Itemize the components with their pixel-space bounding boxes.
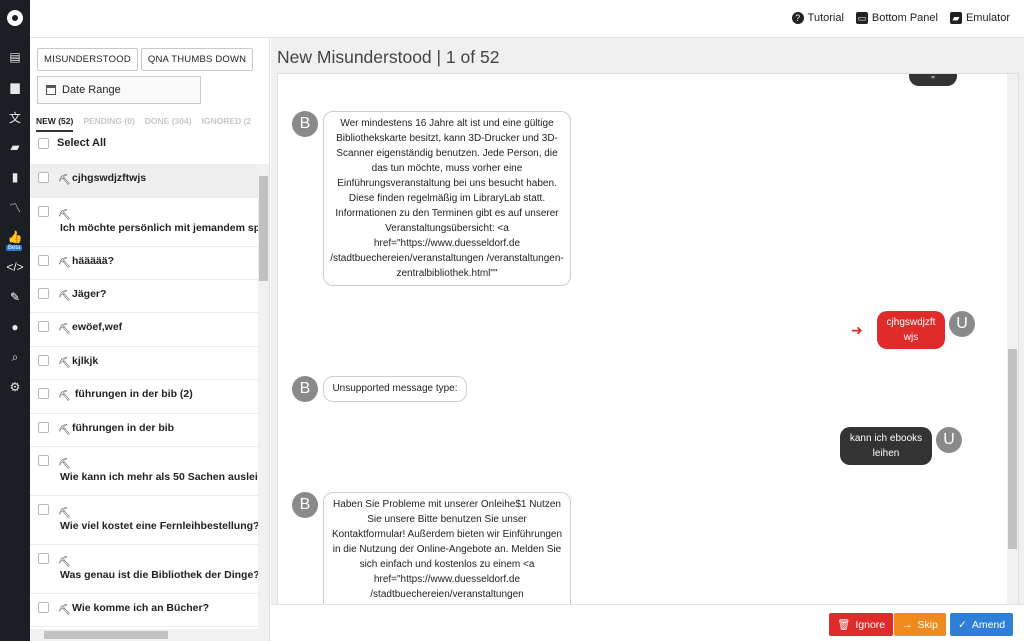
scroll-thumb[interactable] [259,176,268,281]
hammer-icon: ⛏ [58,258,71,269]
list-item[interactable]: ⛏ Wie komme ich an Bücher? [30,594,258,627]
book-icon[interactable]: ▮ [0,166,30,188]
top-bar: ? Tutorial ▭ Bottom Panel ▰ Emulator [30,0,1024,38]
list-item[interactable]: ⛏ Jäger? [30,280,258,313]
item-checkbox[interactable] [38,288,49,299]
list-item[interactable]: ⛏ häääää? [30,247,258,280]
item-checkbox[interactable] [38,388,49,399]
tutorial-link[interactable]: ? Tutorial [791,12,844,24]
user-message: kann ich ebooks leihen [840,427,932,465]
hammer-icon: ⛏ [58,557,71,568]
user-avatar: U [936,427,962,453]
select-all-checkbox[interactable] [38,137,49,149]
list-item[interactable]: ⛏ Ich möchte persönlich mit jemandem sp [30,198,258,247]
item-checkbox[interactable] [38,206,49,217]
item-checkbox[interactable] [38,255,49,266]
nlu-icon[interactable]: ✎ [0,286,30,308]
item-checkbox[interactable] [38,504,49,515]
search-icon[interactable]: ⌕ [0,346,30,368]
hammer-icon: ⛏ [58,291,71,302]
calendar-icon [46,85,56,95]
check-circle-icon: ✓ [958,618,967,631]
scroll-thumb[interactable] [44,631,168,639]
bot-message: Unsupported message type: [323,376,467,402]
app-logo-icon[interactable] [7,10,23,26]
code-icon[interactable]: </> [0,256,30,278]
item-checkbox[interactable] [38,172,49,183]
item-checkbox[interactable] [38,602,49,613]
amend-button[interactable]: ✓ Amend [950,613,1014,636]
page-title: New Misunderstood | 1 of 52 [277,47,500,67]
arrow-right-icon: → [902,618,913,631]
hammer-icon: ⛏ [58,605,71,616]
tab-new[interactable]: NEW (52) [36,116,74,132]
skip-button[interactable]: → Skip [894,613,946,636]
hammer-icon: ⛏ [58,391,71,402]
icon-rail: ▤ ▆ 文 ▰ ▮ 〽 👍 Beta </> ✎ ● ⌕ ⚙ [0,0,30,641]
trash-icon: 🗑 [837,619,851,631]
list-item[interactable]: ⛏ führungen in der bib [30,414,258,447]
settings-icon[interactable]: ⚙ [0,376,30,398]
tab-pending[interactable]: PENDING (0) [83,116,134,132]
list-item[interactable]: ⛏ Wie kann ich mehr als 50 Sachen auslei [30,447,258,496]
select-all[interactable]: Select All [38,137,106,149]
user-message-partial: " [909,74,957,86]
user-avatar: U [949,311,975,337]
list-horizontal-scrollbar[interactable] [30,629,269,641]
hammer-icon: ⛏ [58,508,71,519]
scroll-thumb[interactable] [1008,349,1017,549]
chat-bubble-icon: ▰ [949,12,962,24]
translate-icon[interactable]: 文 [0,106,30,128]
list-item[interactable]: ⛏ Wie viel kostet eine Fernleihbestellun… [30,496,258,545]
hammer-icon: ⛏ [58,425,71,436]
conversation-view: " B Wer mindestens 16 Jahre alt ist und … [277,73,1019,630]
list-item[interactable]: ⛏ Was genau ist die Bibliothek der Dinge… [30,545,258,594]
terminal-icon: ▭ [855,12,868,24]
item-checkbox[interactable] [38,422,49,433]
emulator-link[interactable]: ▰ Emulator [949,12,1010,24]
bot-avatar: B [292,492,318,518]
misunderstood-filter-button[interactable]: MISUNDERSTOOD [37,48,138,71]
misunderstood-list-panel: MISUNDERSTOOD QNA THUMBS DOWN Date Range… [30,38,270,641]
analytics-icon[interactable]: 〽 [0,196,30,218]
chat-icon[interactable]: ▰ [0,136,30,158]
document-icon[interactable]: ▆ [0,76,30,98]
status-tabs: NEW (52) PENDING (0) DONE (304) IGNORED … [30,116,269,132]
hammer-icon: ⛏ [58,358,71,369]
hammer-icon: ⛏ [58,175,71,186]
bottom-panel-link[interactable]: ▭ Bottom Panel [855,12,938,24]
arrow-right-icon: ➜ [851,322,863,338]
bot-avatar: B [292,111,318,137]
date-range-picker[interactable]: Date Range [37,76,201,104]
bot-avatar: B [292,376,318,402]
ignore-button[interactable]: 🗑 Ignore [829,613,894,636]
item-checkbox[interactable] [38,355,49,366]
layout-icon[interactable]: ▤ [0,46,30,68]
hammer-icon: ⛏ [58,324,71,335]
bot-message: Wer mindestens 16 Jahre alt ist und eine… [323,111,571,286]
beta-badge: Beta [6,245,23,251]
list-item[interactable]: ⛏ kjlkjk [30,347,258,380]
item-checkbox[interactable] [38,455,49,466]
list-item[interactable]: ⛏ ewöef,wef [30,313,258,347]
help-icon: ? [791,12,804,24]
qna-thumbs-down-filter-button[interactable]: QNA THUMBS DOWN [140,48,254,71]
hammer-icon: ⛏ [58,210,71,221]
list-item[interactable]: ⛏ cjhgswdjzftwjs [30,164,258,198]
conversation-scrollbar[interactable] [1007,74,1018,629]
list-item[interactable]: ⛏ führungen in der bib (2) [30,380,258,414]
item-checkbox[interactable] [38,553,49,564]
item-checkbox[interactable] [38,321,49,332]
action-bar: 🗑 Ignore → Skip ✓ Amend [271,604,1024,641]
list-vertical-scrollbar[interactable] [258,164,269,629]
dot-icon[interactable]: ● [0,316,30,338]
message-list: ⛏ cjhgswdjzftwjs ⛏ Ich möchte persönlich… [30,164,258,629]
main-panel: New Misunderstood | 1 of 52 " B Wer mind… [271,38,1024,641]
tab-done[interactable]: DONE (304) [145,116,192,132]
tab-ignored[interactable]: IGNORED (2 [202,116,252,132]
misunderstood-user-message: cjhgswdjzft wjs [877,311,945,349]
hammer-icon: ⛏ [58,459,71,470]
